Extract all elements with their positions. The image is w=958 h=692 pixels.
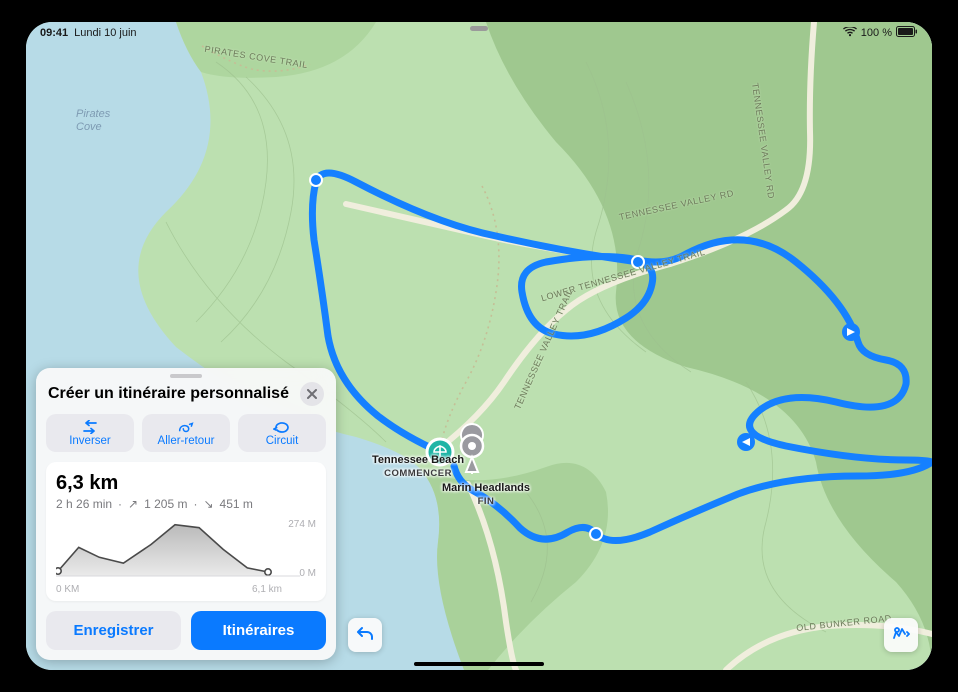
- wifi-icon: [843, 27, 857, 40]
- ocean-label: Pirates Cove: [76, 108, 110, 134]
- route-ascent: 1 205 m: [144, 497, 187, 511]
- option-label: Aller-retour: [158, 435, 215, 447]
- descent-icon: ↘: [203, 497, 213, 511]
- directions-button[interactable]: Itinéraires: [191, 611, 326, 650]
- card-drag-handle[interactable]: [170, 374, 202, 378]
- reverse-icon: [81, 420, 99, 434]
- elev-x-start: 0 KM: [56, 584, 79, 595]
- home-indicator[interactable]: [414, 662, 544, 666]
- route-descent: 451 m: [220, 497, 253, 511]
- out-and-back-icon: [177, 420, 195, 434]
- route-distance: 6,3 km: [56, 472, 316, 495]
- close-button[interactable]: [300, 382, 324, 406]
- elev-x-end: 6,1 km: [252, 584, 282, 595]
- loop-icon: [273, 420, 291, 434]
- option-label: Circuit: [266, 435, 299, 447]
- ascent-icon: ↗: [128, 497, 138, 511]
- elev-min-label: 0 M: [288, 568, 316, 579]
- reverse-button[interactable]: Inverser: [46, 414, 134, 452]
- option-label: Inverser: [69, 435, 111, 447]
- status-bar: 09:41 Lundi 10 juin 100 %: [26, 22, 932, 44]
- loop-button[interactable]: Circuit: [238, 414, 326, 452]
- route-duration: 2 h 26 min: [56, 497, 112, 511]
- end-label: Marin Headlands FIN: [442, 482, 530, 508]
- route-option-row: Inverser Aller-retour Circuit: [46, 414, 326, 452]
- map-mode-button[interactable]: [884, 618, 918, 652]
- status-time: 09:41: [40, 27, 68, 39]
- close-icon: [307, 388, 317, 401]
- start-label: Tennessee Beach COMMENCER: [372, 454, 464, 480]
- undo-button[interactable]: [348, 618, 382, 652]
- undo-icon: [356, 625, 374, 646]
- battery-icon: [896, 26, 918, 40]
- transport-mode-icon: [891, 624, 911, 647]
- status-date: Lundi 10 juin: [74, 27, 136, 39]
- save-button[interactable]: Enregistrer: [46, 611, 181, 650]
- route-meta: 2 h 26 min · ↗ 1 205 m · ↘ 451 m: [56, 497, 316, 511]
- elevation-chart: 274 M 0 M 0 KM 6,1 km: [56, 519, 316, 595]
- ipad-frame: 09:41 Lundi 10 juin 100 %: [0, 0, 958, 692]
- screen: 09:41 Lundi 10 juin 100 %: [26, 22, 932, 670]
- card-title: Créer un itinéraire personnalisé: [48, 385, 289, 403]
- elev-max-label: 274 M: [288, 519, 316, 530]
- route-card: Créer un itinéraire personnalisé Inverse…: [36, 368, 336, 660]
- stats-panel: 6,3 km 2 h 26 min · ↗ 1 205 m · ↘ 451 m: [46, 462, 326, 601]
- battery-text: 100 %: [861, 27, 892, 39]
- out-and-back-button[interactable]: Aller-retour: [142, 414, 230, 452]
